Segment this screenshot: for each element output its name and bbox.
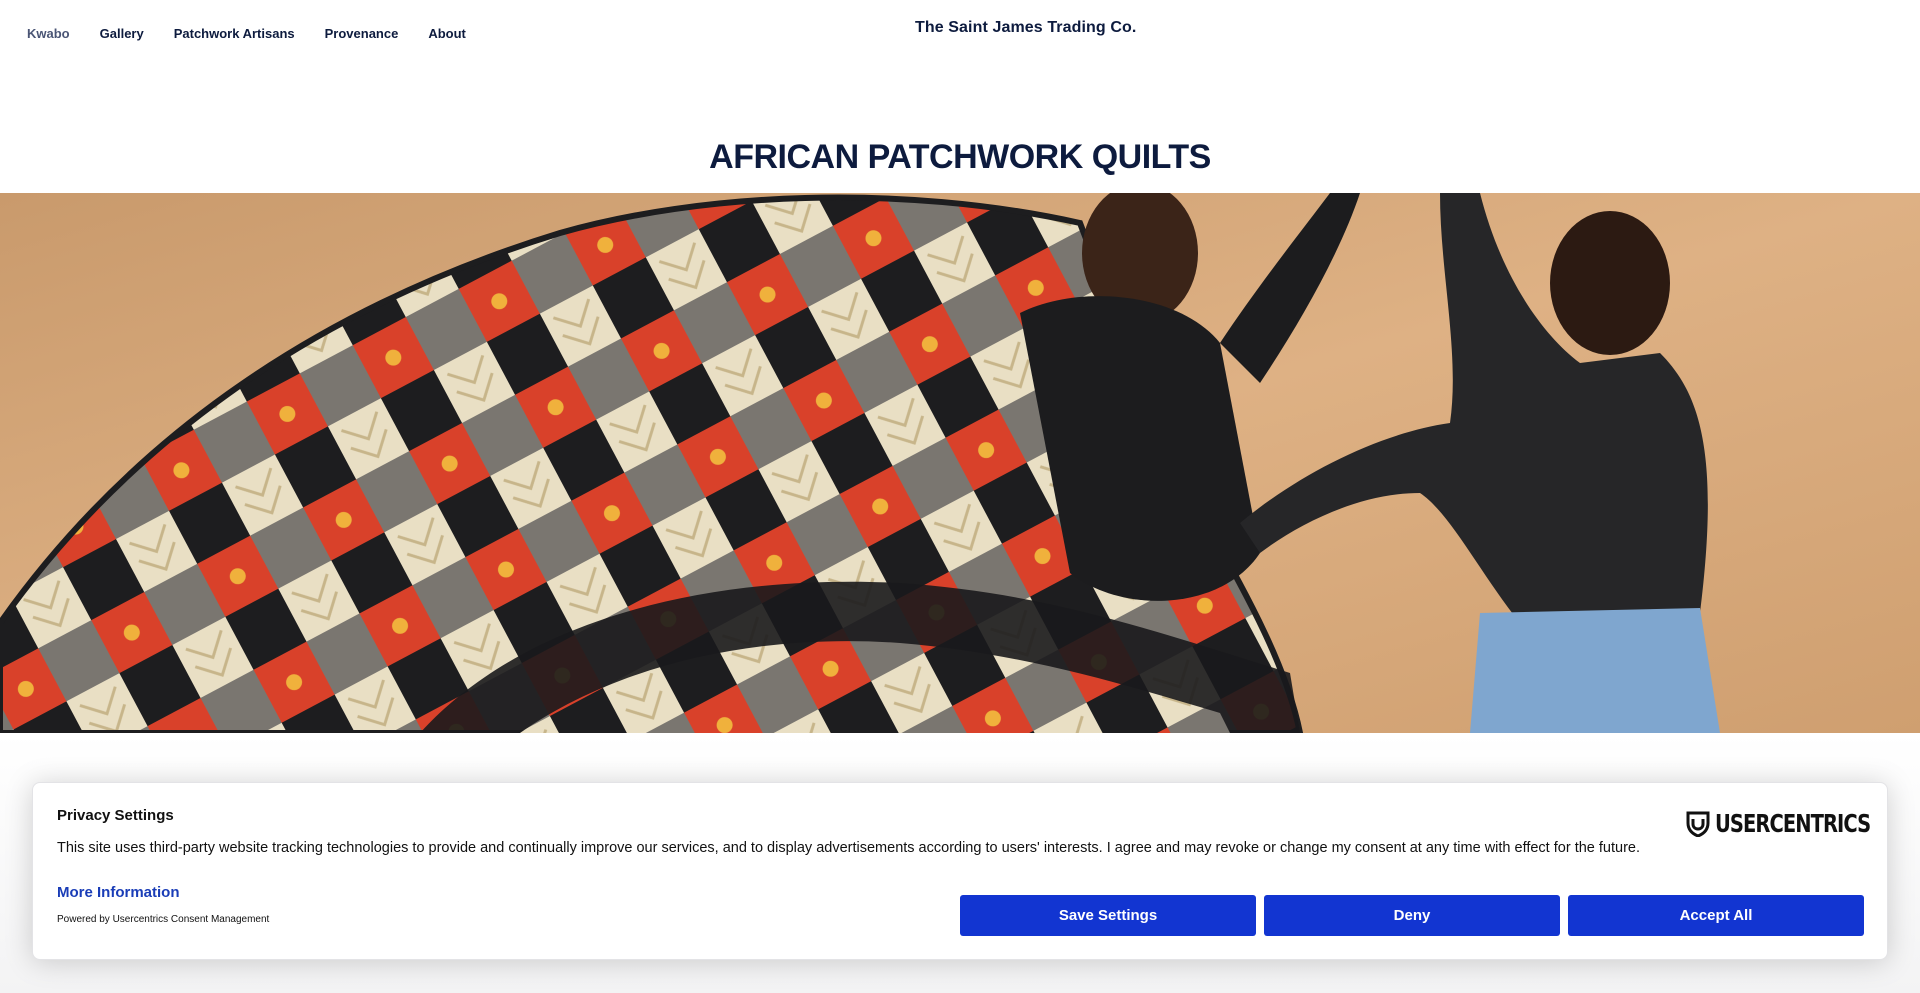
page: Kwabo Gallery Patchwork Artisans Provena… — [0, 0, 1920, 993]
nav-item-kwabo[interactable]: Kwabo — [27, 25, 70, 42]
shield-icon — [1686, 811, 1710, 837]
nav-item-about[interactable]: About — [428, 25, 466, 42]
consent-description: This site uses third-party website track… — [57, 840, 1640, 856]
powered-by-text: Powered by Usercentrics Consent Manageme… — [57, 914, 270, 925]
consent-title: Privacy Settings — [57, 807, 174, 824]
hero-photo-illustration — [0, 193, 1920, 733]
accept-all-button[interactable]: Accept All — [1568, 895, 1864, 936]
nav-item-gallery[interactable]: Gallery — [100, 25, 144, 42]
page-title: AFRICAN PATCHWORK QUILTS — [709, 138, 1211, 176]
usercentrics-logo: USERCENTRICS — [1686, 809, 1871, 838]
more-information-link[interactable]: More Information — [57, 884, 180, 901]
consent-banner: Privacy Settings This site uses third-pa… — [32, 782, 1888, 960]
hero-image — [0, 193, 1920, 733]
save-settings-button[interactable]: Save Settings — [960, 895, 1256, 936]
deny-button[interactable]: Deny — [1264, 895, 1560, 936]
main-nav: Kwabo Gallery Patchwork Artisans Provena… — [27, 25, 496, 42]
usercentrics-logo-text: USERCENTRICS — [1715, 809, 1871, 838]
nav-item-provenance[interactable]: Provenance — [325, 25, 399, 42]
nav-item-patchwork-artisans[interactable]: Patchwork Artisans — [174, 25, 295, 42]
site-brand[interactable]: The Saint James Trading Co. — [915, 19, 1136, 37]
